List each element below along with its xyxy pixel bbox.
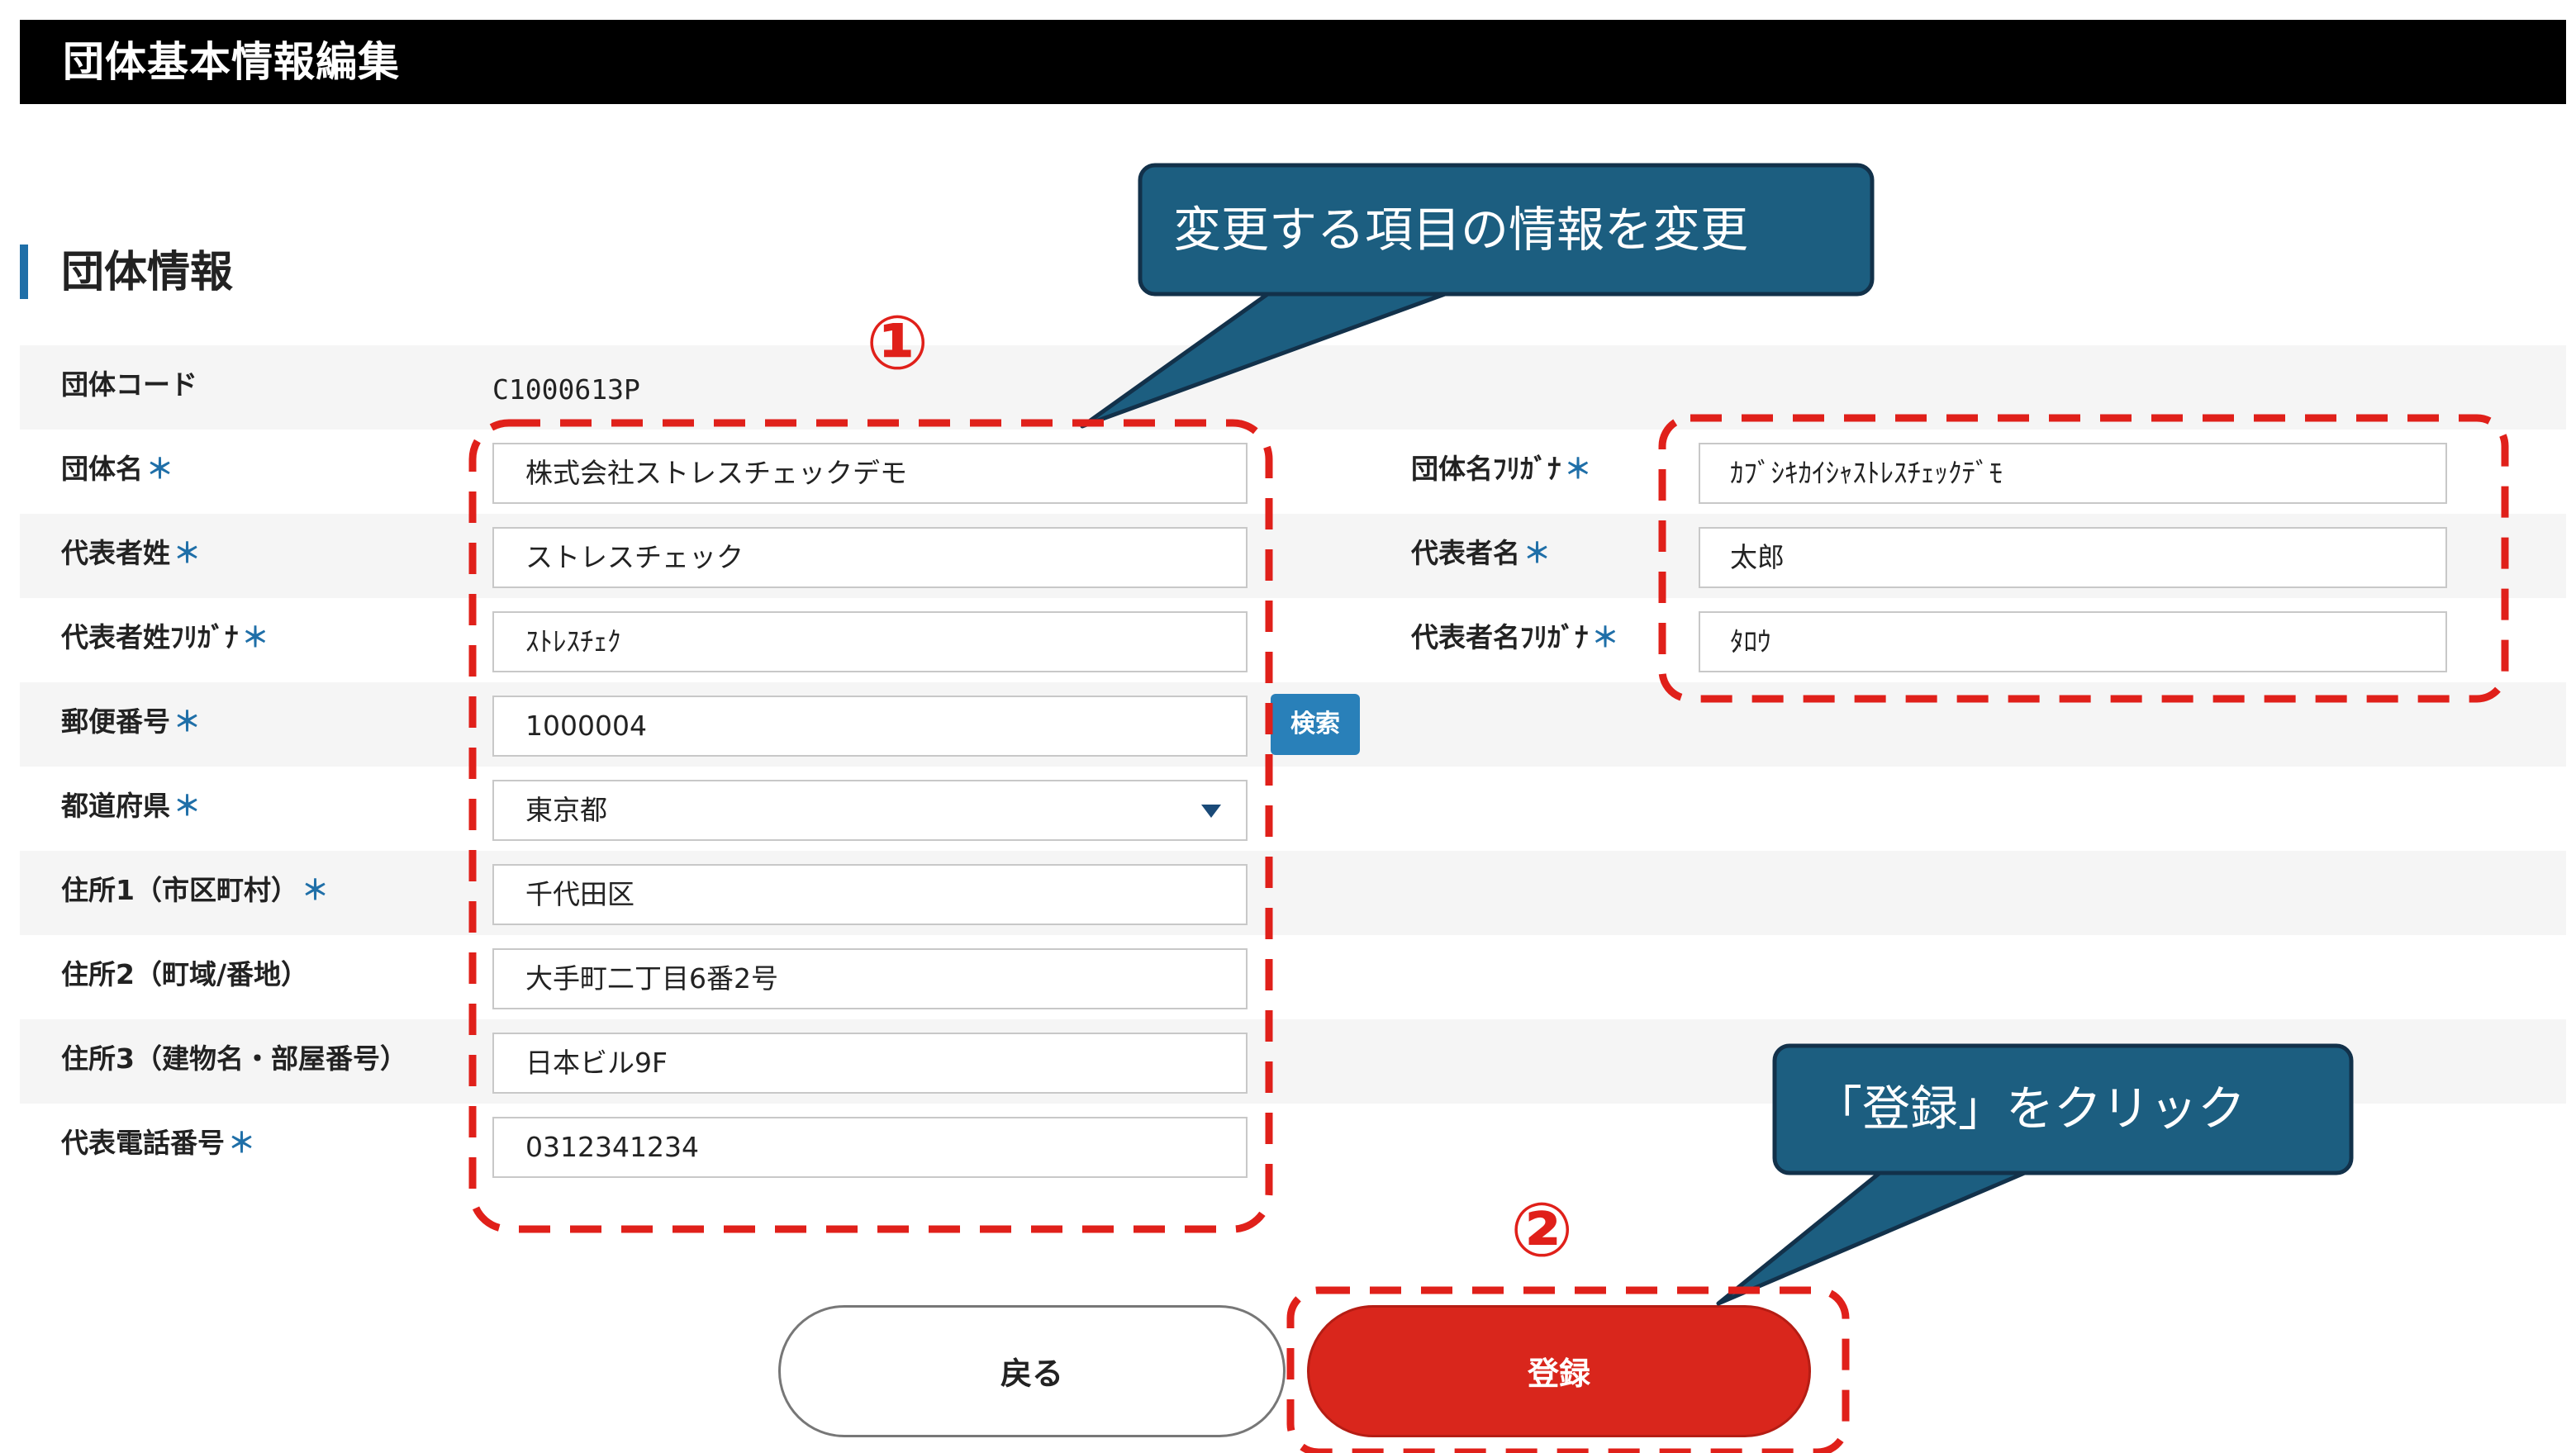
callout-2-text: 「登録」をクリック [1814,1080,2246,1137]
highlight-frame-register [1286,1286,1850,1453]
callout-1-text: 変更する項目の情報を変更 [1173,202,1749,258]
step-2-marker: ② [1510,1187,1574,1274]
step-1-marker: ① [866,300,929,387]
highlight-frame-right-inputs [1658,414,2509,703]
highlight-frame-left-inputs [468,419,1273,1233]
callout-2-pointer [1716,1167,2035,1306]
callout-1-pointer [1080,288,1457,429]
